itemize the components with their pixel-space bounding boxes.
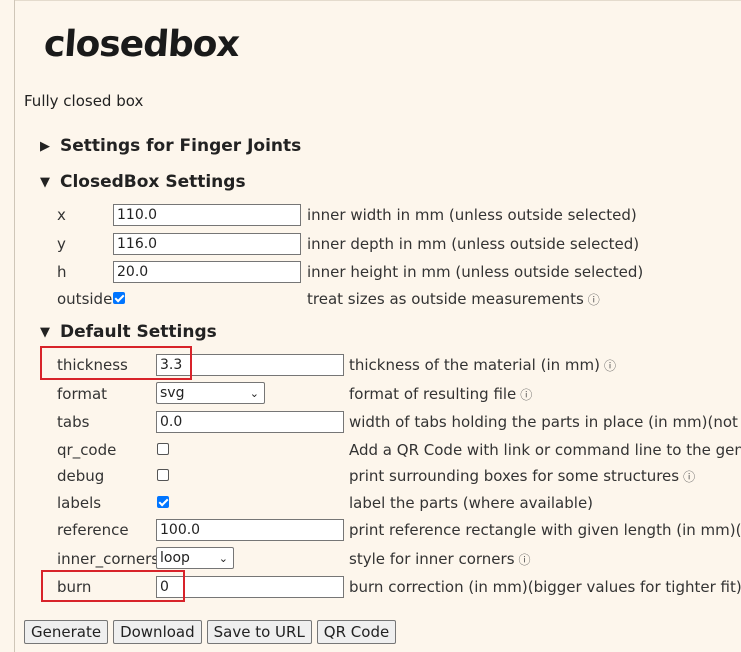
outside-hint: treat sizes as outside measurements ⓘ [307,290,600,308]
y-label: y [57,235,66,253]
page-description: Fully closed box [24,92,144,110]
reference-label: reference [57,521,129,539]
info-icon: ⓘ [683,470,696,484]
inner-corners-label: inner_corners [57,550,160,568]
reference-input[interactable] [156,519,344,541]
section-finger-joints-toggle[interactable]: ▶ Settings for Finger Joints [40,136,301,156]
outside-checkbox[interactable] [113,292,125,304]
triangle-down-icon: ▼ [40,324,50,340]
reference-hint: print reference rectangle with given len… [349,521,741,539]
tabs-hint: width of tabs holding the parts in place… [349,413,741,431]
inner-corners-hint: style for inner corners ⓘ [349,550,531,568]
outside-label: outside [57,290,113,308]
chevron-down-icon: ⌄ [218,551,228,565]
qr-code-checkbox[interactable] [157,443,169,455]
inner-corners-select[interactable]: loop ⌄ [156,547,234,569]
triangle-down-icon: ▼ [40,174,50,190]
qr-code-label: qr_code [57,441,117,459]
download-button[interactable]: Download [113,620,202,644]
action-buttons: Generate Download Save to URL QR Code [24,620,397,644]
generate-button[interactable]: Generate [24,620,109,644]
h-label: h [57,263,67,281]
chevron-down-icon: ⌄ [249,386,259,400]
x-input[interactable] [113,204,301,226]
format-value: svg [160,385,185,401]
section-title: ClosedBox Settings [60,172,246,192]
h-hint: inner height in mm (unless outside selec… [307,263,644,281]
tabs-input[interactable] [156,411,344,433]
labels-checkbox[interactable] [157,496,169,508]
info-icon: ⓘ [587,293,600,307]
info-icon: ⓘ [520,388,533,402]
x-hint: inner width in mm (unless outside select… [307,206,637,224]
section-title: Settings for Finger Joints [60,136,302,156]
thickness-hint: thickness of the material (in mm) ⓘ [349,356,616,374]
debug-hint: print surrounding boxes for some structu… [349,467,696,485]
h-input[interactable] [113,261,301,283]
save-to-url-button[interactable]: Save to URL [206,620,312,644]
top-border [14,0,741,1]
thickness-highlight-box [40,346,192,380]
debug-label: debug [57,467,105,485]
burn-hint: burn correction (in mm)(bigger values fo… [349,578,741,596]
section-title: Default Settings [60,322,217,342]
inner-corners-value: loop [160,550,190,566]
section-default-toggle[interactable]: ▼ Default Settings [40,322,217,342]
y-hint: inner depth in mm (unless outside select… [307,235,640,253]
format-label: format [57,385,108,403]
triangle-right-icon: ▶ [40,138,50,154]
info-icon: ⓘ [603,359,616,373]
tabs-label: tabs [57,413,90,431]
info-icon: ⓘ [518,553,531,567]
burn-highlight-box [41,570,185,602]
x-label: x [57,206,66,224]
debug-checkbox[interactable] [157,469,169,481]
format-select[interactable]: svg ⌄ [156,382,265,404]
section-closedbox-toggle[interactable]: ▼ ClosedBox Settings [40,172,246,192]
y-input[interactable] [113,233,301,255]
labels-label: labels [57,494,102,512]
qr-code-hint: Add a QR Code with link or command line … [349,441,741,459]
qr-code-button[interactable]: QR Code [316,620,397,644]
left-border [14,0,15,652]
format-hint: format of resulting file ⓘ [349,385,533,403]
labels-hint: label the parts (where available) [349,494,594,512]
app-logo: closedbox [42,24,241,65]
